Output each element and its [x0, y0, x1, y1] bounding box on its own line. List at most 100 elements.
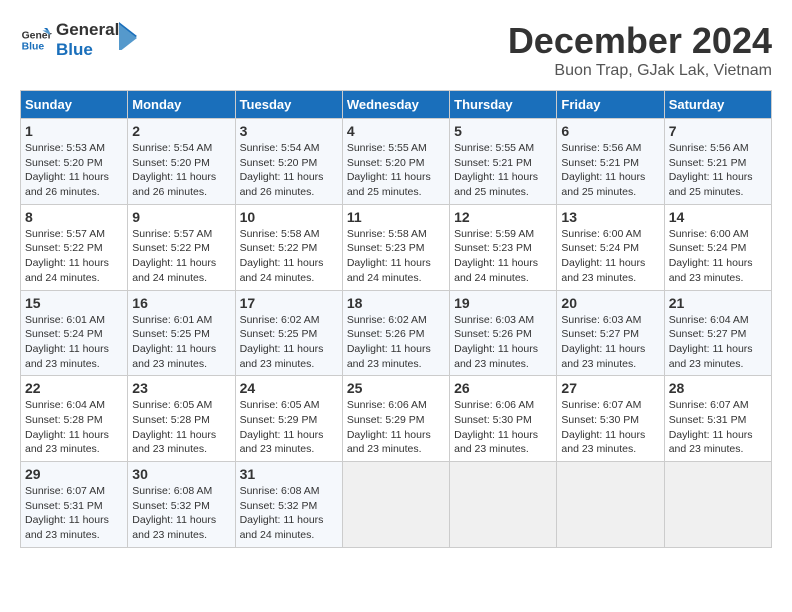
day-info: Sunrise: 5:56 AM Sunset: 5:21 PM Dayligh… [669, 141, 767, 200]
day-number: 25 [347, 380, 445, 396]
day-number: 19 [454, 295, 552, 311]
day-info: Sunrise: 6:05 AM Sunset: 5:29 PM Dayligh… [240, 398, 338, 457]
day-header-thursday: Thursday [450, 91, 557, 119]
day-number: 30 [132, 466, 230, 482]
page-subtitle: Buon Trap, GJak Lak, Vietnam [508, 62, 772, 80]
day-info: Sunrise: 6:01 AM Sunset: 5:25 PM Dayligh… [132, 313, 230, 372]
day-number: 22 [25, 380, 123, 396]
page-header: General Blue General Blue December 2024 … [20, 20, 772, 80]
day-number: 31 [240, 466, 338, 482]
day-number: 1 [25, 123, 123, 139]
day-info: Sunrise: 6:06 AM Sunset: 5:30 PM Dayligh… [454, 398, 552, 457]
day-info: Sunrise: 6:02 AM Sunset: 5:25 PM Dayligh… [240, 313, 338, 372]
page-title: December 2024 [508, 20, 772, 62]
day-number: 29 [25, 466, 123, 482]
day-number: 3 [240, 123, 338, 139]
day-info: Sunrise: 5:55 AM Sunset: 5:20 PM Dayligh… [347, 141, 445, 200]
header-row: SundayMondayTuesdayWednesdayThursdayFrid… [21, 91, 772, 119]
calendar-cell: 13Sunrise: 6:00 AM Sunset: 5:24 PM Dayli… [557, 204, 664, 290]
week-row-4: 22 Sunrise: 6:04 AM Sunset: 5:28 PM Dayli… [21, 376, 772, 462]
day-number: 2 [132, 123, 230, 139]
calendar-cell: 15 Sunrise: 6:01 AM Sunset: 5:24 PM Dayli… [21, 290, 128, 376]
calendar-cell: 8Sunrise: 5:57 AM Sunset: 5:22 PM Daylig… [21, 204, 128, 290]
day-number: 16 [132, 295, 230, 311]
calendar-cell [664, 462, 771, 548]
calendar-cell: 24 Sunrise: 6:05 AM Sunset: 5:29 PM Dayli… [235, 376, 342, 462]
calendar-cell: 20Sunrise: 6:03 AM Sunset: 5:27 PM Dayli… [557, 290, 664, 376]
day-number: 17 [240, 295, 338, 311]
logo: General Blue General Blue [20, 20, 137, 59]
calendar-cell: 30 Sunrise: 6:08 AM Sunset: 5:32 PM Dayli… [128, 462, 235, 548]
week-row-3: 15 Sunrise: 6:01 AM Sunset: 5:24 PM Dayli… [21, 290, 772, 376]
day-info: Sunrise: 6:03 AM Sunset: 5:27 PM Dayligh… [561, 313, 659, 372]
calendar-cell: 16 Sunrise: 6:01 AM Sunset: 5:25 PM Dayli… [128, 290, 235, 376]
calendar-cell: 23Sunrise: 6:05 AM Sunset: 5:28 PM Dayli… [128, 376, 235, 462]
day-info: Sunrise: 5:59 AM Sunset: 5:23 PM Dayligh… [454, 227, 552, 286]
day-info: Sunrise: 6:04 AM Sunset: 5:28 PM Dayligh… [25, 398, 123, 457]
day-info: Sunrise: 5:57 AM Sunset: 5:22 PM Dayligh… [132, 227, 230, 286]
day-number: 6 [561, 123, 659, 139]
day-info: Sunrise: 5:54 AM Sunset: 5:20 PM Dayligh… [240, 141, 338, 200]
day-info: Sunrise: 6:00 AM Sunset: 5:24 PM Dayligh… [561, 227, 659, 286]
day-number: 21 [669, 295, 767, 311]
calendar-cell [342, 462, 449, 548]
logo-general: General [56, 20, 119, 40]
logo-icon: General Blue [20, 24, 52, 56]
day-info: Sunrise: 6:07 AM Sunset: 5:31 PM Dayligh… [25, 484, 123, 543]
svg-text:Blue: Blue [22, 41, 45, 52]
day-info: Sunrise: 5:58 AM Sunset: 5:23 PM Dayligh… [347, 227, 445, 286]
calendar-cell: 6Sunrise: 5:56 AM Sunset: 5:21 PM Daylig… [557, 119, 664, 205]
day-number: 27 [561, 380, 659, 396]
calendar-cell: 31 Sunrise: 6:08 AM Sunset: 5:32 PM Dayli… [235, 462, 342, 548]
week-row-2: 8 Sunrise: 5:57 AM Sunset: 5:22 PM Daylig… [21, 204, 772, 290]
day-info: Sunrise: 6:06 AM Sunset: 5:29 PM Dayligh… [347, 398, 445, 457]
day-number: 14 [669, 209, 767, 225]
calendar-cell [450, 462, 557, 548]
day-info: Sunrise: 5:53 AM Sunset: 5:20 PM Dayligh… [25, 141, 123, 200]
calendar-cell: 14 Sunrise: 6:00 AM Sunset: 5:24 PM Dayli… [664, 204, 771, 290]
calendar-cell: 28 Sunrise: 6:07 AM Sunset: 5:31 PM Dayli… [664, 376, 771, 462]
calendar-cell: 19 Sunrise: 6:03 AM Sunset: 5:26 PM Dayli… [450, 290, 557, 376]
day-info: Sunrise: 6:03 AM Sunset: 5:26 PM Dayligh… [454, 313, 552, 372]
day-info: Sunrise: 6:08 AM Sunset: 5:32 PM Dayligh… [132, 484, 230, 543]
logo-arrow-icon [119, 22, 137, 50]
calendar-cell: 29 Sunrise: 6:07 AM Sunset: 5:31 PM Dayli… [21, 462, 128, 548]
day-number: 24 [240, 380, 338, 396]
calendar-cell: 22 Sunrise: 6:04 AM Sunset: 5:28 PM Dayli… [21, 376, 128, 462]
calendar-cell: 9Sunrise: 5:57 AM Sunset: 5:22 PM Daylig… [128, 204, 235, 290]
day-info: Sunrise: 6:01 AM Sunset: 5:24 PM Dayligh… [25, 313, 123, 372]
day-info: Sunrise: 6:00 AM Sunset: 5:24 PM Dayligh… [669, 227, 767, 286]
calendar-cell: 10Sunrise: 5:58 AM Sunset: 5:22 PM Dayli… [235, 204, 342, 290]
calendar-cell: 27 Sunrise: 6:07 AM Sunset: 5:30 PM Dayli… [557, 376, 664, 462]
calendar-cell: 11 Sunrise: 5:58 AM Sunset: 5:23 PM Dayli… [342, 204, 449, 290]
calendar-cell: 18 Sunrise: 6:02 AM Sunset: 5:26 PM Dayli… [342, 290, 449, 376]
day-number: 7 [669, 123, 767, 139]
day-info: Sunrise: 6:07 AM Sunset: 5:30 PM Dayligh… [561, 398, 659, 457]
day-number: 8 [25, 209, 123, 225]
day-number: 15 [25, 295, 123, 311]
calendar-cell: 12Sunrise: 5:59 AM Sunset: 5:23 PM Dayli… [450, 204, 557, 290]
day-info: Sunrise: 6:04 AM Sunset: 5:27 PM Dayligh… [669, 313, 767, 372]
day-header-sunday: Sunday [21, 91, 128, 119]
calendar-cell: 1 Sunrise: 5:53 AM Sunset: 5:20 PM Daylig… [21, 119, 128, 205]
day-header-friday: Friday [557, 91, 664, 119]
day-info: Sunrise: 6:08 AM Sunset: 5:32 PM Dayligh… [240, 484, 338, 543]
calendar-cell [557, 462, 664, 548]
day-info: Sunrise: 5:55 AM Sunset: 5:21 PM Dayligh… [454, 141, 552, 200]
week-row-5: 29 Sunrise: 6:07 AM Sunset: 5:31 PM Dayli… [21, 462, 772, 548]
calendar-cell: 17 Sunrise: 6:02 AM Sunset: 5:25 PM Dayli… [235, 290, 342, 376]
calendar-cell: 5Sunrise: 5:55 AM Sunset: 5:21 PM Daylig… [450, 119, 557, 205]
day-number: 26 [454, 380, 552, 396]
day-number: 28 [669, 380, 767, 396]
day-header-saturday: Saturday [664, 91, 771, 119]
day-info: Sunrise: 6:07 AM Sunset: 5:31 PM Dayligh… [669, 398, 767, 457]
calendar-cell: 21 Sunrise: 6:04 AM Sunset: 5:27 PM Dayli… [664, 290, 771, 376]
title-block: December 2024 Buon Trap, GJak Lak, Vietn… [508, 20, 772, 80]
calendar-cell: 25 Sunrise: 6:06 AM Sunset: 5:29 PM Dayli… [342, 376, 449, 462]
day-header-monday: Monday [128, 91, 235, 119]
day-info: Sunrise: 6:02 AM Sunset: 5:26 PM Dayligh… [347, 313, 445, 372]
day-number: 11 [347, 209, 445, 225]
calendar-cell: 26 Sunrise: 6:06 AM Sunset: 5:30 PM Dayli… [450, 376, 557, 462]
calendar-table: SundayMondayTuesdayWednesdayThursdayFrid… [20, 90, 772, 548]
day-number: 18 [347, 295, 445, 311]
